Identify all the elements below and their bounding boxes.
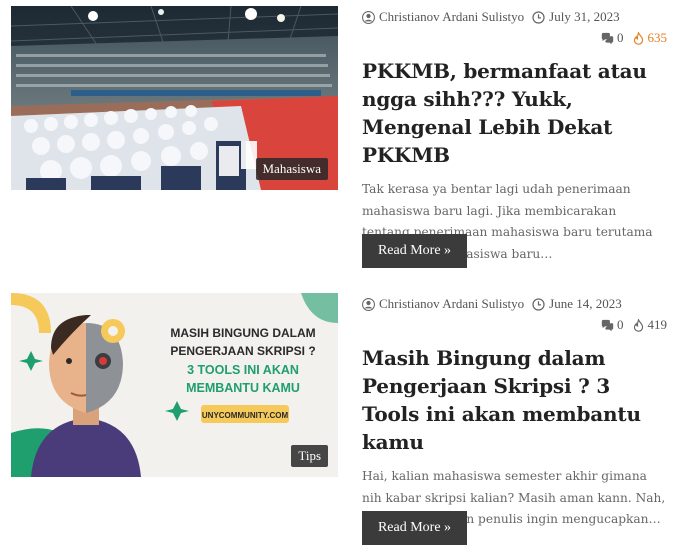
clock-icon bbox=[532, 10, 545, 24]
post-card: MASIH BINGUNG DALAM PENGERJAAN SKRIPSI ?… bbox=[0, 283, 685, 545]
fire-icon bbox=[633, 318, 643, 332]
post-thumbnail-link[interactable]: MASIH BINGUNG DALAM PENGERJAAN SKRIPSI ?… bbox=[11, 293, 338, 477]
post-date: June 14, 2023 bbox=[549, 296, 622, 311]
post-body: Christianov Ardani Sulistyo June 14, 202… bbox=[362, 295, 667, 545]
author-meta[interactable]: Christianov Ardani Sulistyo bbox=[362, 9, 524, 25]
clock-icon bbox=[532, 297, 545, 311]
user-icon bbox=[362, 10, 375, 24]
views-count: 635 bbox=[632, 30, 668, 46]
post-title: Masih Bingung dalam Pengerjaan Skripsi ?… bbox=[362, 344, 667, 456]
date-meta: July 31, 2023 bbox=[532, 9, 620, 25]
category-badge[interactable]: Tips bbox=[291, 445, 328, 467]
views-value: 635 bbox=[647, 30, 668, 45]
read-more-button[interactable]: Read More » bbox=[362, 511, 467, 545]
category-badge[interactable]: Mahasiswa bbox=[255, 158, 328, 180]
post-stats: 0 419 bbox=[362, 316, 667, 334]
post-title: PKKMB, bermanfaat atau ngga sihh??? Yukk… bbox=[362, 57, 667, 169]
author-link[interactable]: Christianov Ardani Sulistyo bbox=[379, 9, 524, 25]
image-line-2: PENGERJAAN SKRIPSI ? bbox=[170, 344, 315, 358]
comments-count[interactable]: 0 bbox=[601, 30, 624, 46]
views-count: 419 bbox=[632, 317, 668, 333]
user-icon bbox=[362, 297, 375, 311]
post-card: Mahasiswa Christianov Ardani Sulistyo Ju… bbox=[0, 0, 685, 280]
post-meta: Christianov Ardani Sulistyo July 31, 202… bbox=[362, 8, 667, 26]
image-line-4: MEMBANTU KAMU bbox=[186, 381, 300, 395]
date-meta: June 14, 2023 bbox=[532, 296, 622, 312]
comments-icon bbox=[601, 319, 614, 331]
comments-value: 0 bbox=[617, 30, 624, 45]
post-thumbnail-link[interactable]: Mahasiswa bbox=[11, 6, 338, 190]
fire-icon bbox=[633, 31, 643, 45]
post-meta: Christianov Ardani Sulistyo June 14, 202… bbox=[362, 295, 667, 313]
post-stats: 0 635 bbox=[362, 29, 667, 47]
post-title-link[interactable]: PKKMB, bermanfaat atau ngga sihh??? Yukk… bbox=[362, 59, 647, 167]
image-line-1: MASIH BINGUNG DALAM bbox=[170, 326, 315, 340]
read-more-button[interactable]: Read More » bbox=[362, 234, 467, 268]
author-meta[interactable]: Christianov Ardani Sulistyo bbox=[362, 296, 524, 312]
skripsi-promo-image: MASIH BINGUNG DALAM PENGERJAAN SKRIPSI ?… bbox=[11, 293, 338, 477]
image-site-text: UNYCOMMUNITY.COM bbox=[202, 411, 289, 420]
image-line-3: 3 TOOLS INI AKAN bbox=[187, 363, 299, 377]
comments-value: 0 bbox=[617, 317, 624, 332]
post-body: Christianov Ardani Sulistyo July 31, 202… bbox=[362, 8, 667, 268]
comments-icon bbox=[601, 32, 614, 44]
author-link[interactable]: Christianov Ardani Sulistyo bbox=[379, 296, 524, 312]
comments-count[interactable]: 0 bbox=[601, 317, 624, 333]
post-title-link[interactable]: Masih Bingung dalam Pengerjaan Skripsi ?… bbox=[362, 346, 641, 454]
views-value: 419 bbox=[647, 317, 668, 332]
post-date: July 31, 2023 bbox=[549, 9, 620, 24]
